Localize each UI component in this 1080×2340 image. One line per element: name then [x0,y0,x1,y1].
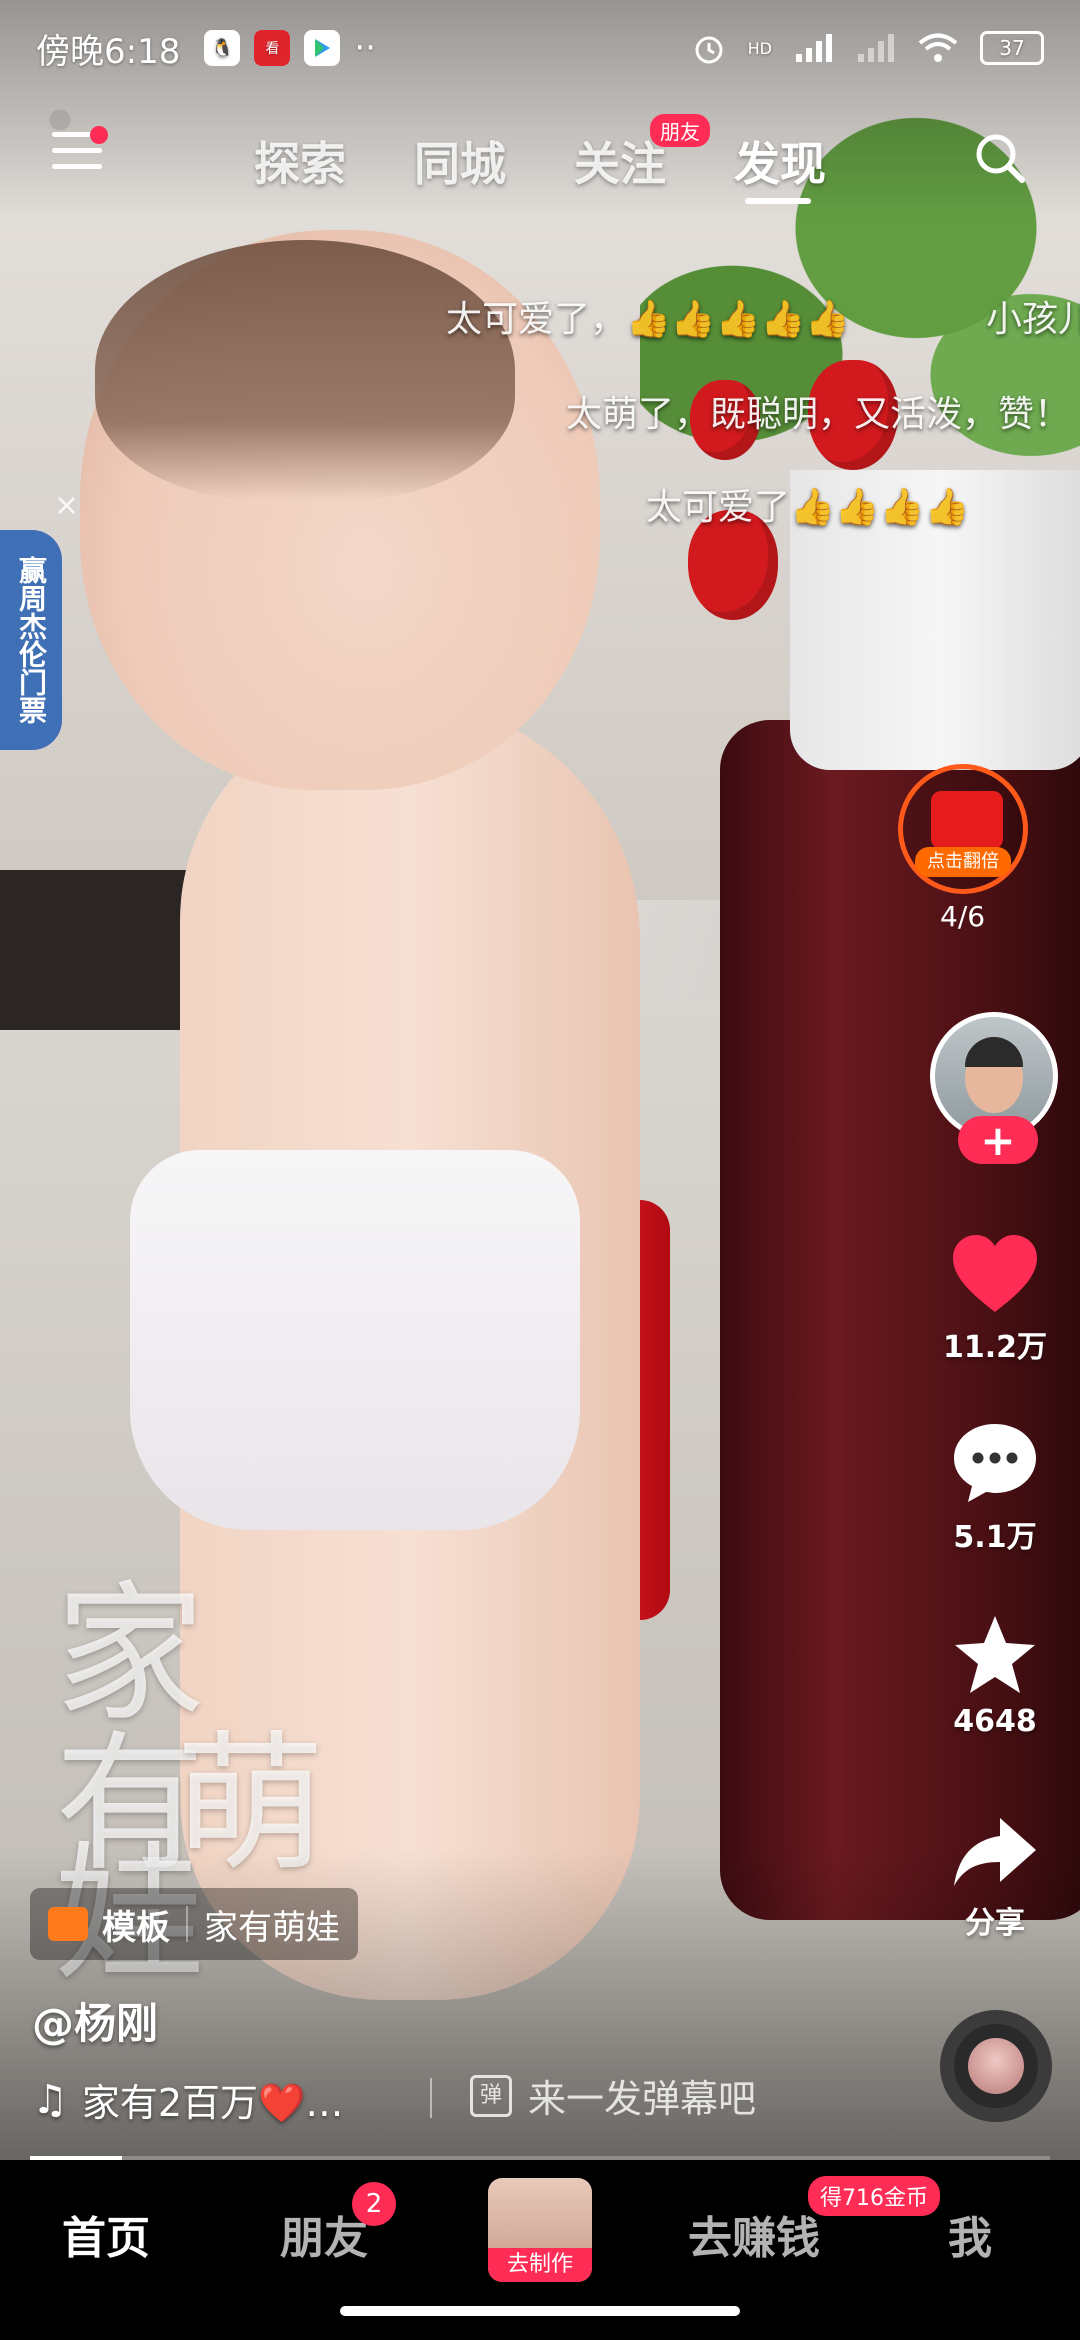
star-icon [955,1616,1035,1693]
share-arrow-icon [954,1818,1036,1886]
watermark-char: 家 [55,1568,206,1742]
concert-ticket-promo[interactable]: 赢周杰伦门票 [0,530,62,750]
template-separator [186,1906,188,1942]
music-title: 家有2百万❤️… [81,2081,344,2125]
comment-count: 5.1万 [953,1520,1037,1555]
red-packet-counter: 4/6 [940,900,986,933]
template-name: 家有萌娃 [204,1907,340,1948]
danmaku-placeholder: 来一发弹幕吧 [528,2077,757,2121]
nav-me[interactable]: 我 [948,2202,992,2266]
top-navigation: 探索 同城 关注 朋友 发现 [0,110,1080,210]
qq-icon: 🐧 [204,30,241,66]
music-info[interactable]: ♫ 家有2百万❤️… [32,2072,343,2127]
like-button[interactable]: 11.2万 [925,1232,1065,1366]
like-count: 11.2万 [942,1330,1048,1365]
tab-explore[interactable]: 探索 [254,128,346,194]
heart-icon [953,1235,1037,1312]
active-tab-indicator [745,198,811,204]
status-time: 傍晚6:18 [36,31,181,72]
info-separator [430,2078,432,2118]
tab-nearby[interactable]: 同城 [414,128,506,194]
create-button[interactable]: 去制作 [488,2178,592,2282]
signal-2-icon [858,34,894,62]
baby-hair [95,240,515,500]
template-label: 模板 [102,1907,170,1948]
play-store-icon [304,30,341,66]
danmaku-comment: 太萌了，既聪明，又活泼，赞！ [566,394,1071,435]
favorite-count: 4648 [953,1704,1037,1739]
comment-button[interactable]: 5.1万 [925,1420,1065,1556]
create-label: 去制作 [488,2248,592,2282]
danmaku-comment: 太可爱了，👍👍👍👍👍 [446,299,851,340]
red-envelope-icon [931,791,1003,849]
news-app-icon: 看 [254,30,291,66]
video-player-screen[interactable]: 家 有 萌 娃 傍晚6:18 🐧 看 ·· HD 37 探索 同城 关注 [0,0,1080,2340]
danmaku-icon: 弹 [470,2074,512,2117]
red-packet-widget[interactable]: 点击翻倍 [898,764,1028,894]
red-packet-label: 点击翻倍 [915,847,1011,877]
friends-badge: 朋友 [650,114,710,147]
signal-hd-label: HD [747,38,772,58]
avatar-hair [965,1037,1023,1067]
danmaku-input[interactable]: 弹 来一发弹幕吧 [470,2068,756,2123]
author-name[interactable]: @杨刚 [32,1990,158,2051]
home-indicator [340,2306,740,2316]
promo-close-icon[interactable]: × [54,488,79,523]
danmaku-comment: 太可爱了👍👍👍👍 [646,487,970,528]
nav-home[interactable]: 首页 [62,2202,150,2266]
alarm-icon [695,36,723,64]
music-disc[interactable] [940,2010,1052,2122]
friends-count-badge: 2 [352,2182,396,2226]
signal-icon [796,34,832,62]
battery-indicator: 37 [980,31,1044,65]
nav-earn[interactable]: 去赚钱 [688,2202,820,2266]
share-label: 分享 [965,1906,1025,1941]
bottom-navigation: 首页 朋友 2 去制作 去赚钱 得716金币 我 [0,2160,1080,2340]
status-bar: 傍晚6:18 🐧 看 ·· HD 37 [0,0,1080,96]
music-note-icon: ♫ [32,2076,68,2123]
tab-discover[interactable]: 发现 [734,128,826,194]
menu-notification-dot [90,126,108,144]
wifi-icon [918,33,958,62]
status-more: ·· [354,28,376,68]
baby-diaper [130,1150,580,1530]
coin-reward-badge: 得716金币 [808,2176,940,2216]
share-button[interactable]: 分享 [925,1812,1065,1942]
template-tag[interactable]: 模板 家有萌娃 [30,1888,358,1960]
template-icon [48,1907,88,1941]
follow-button[interactable]: + [958,1116,1038,1165]
comment-icon [954,1424,1036,1502]
danmaku-comment: 小孩儿 [986,299,1080,340]
search-icon[interactable] [972,130,1028,186]
favorite-button[interactable]: 4648 [925,1612,1065,1739]
music-disc-cover [968,2038,1024,2094]
